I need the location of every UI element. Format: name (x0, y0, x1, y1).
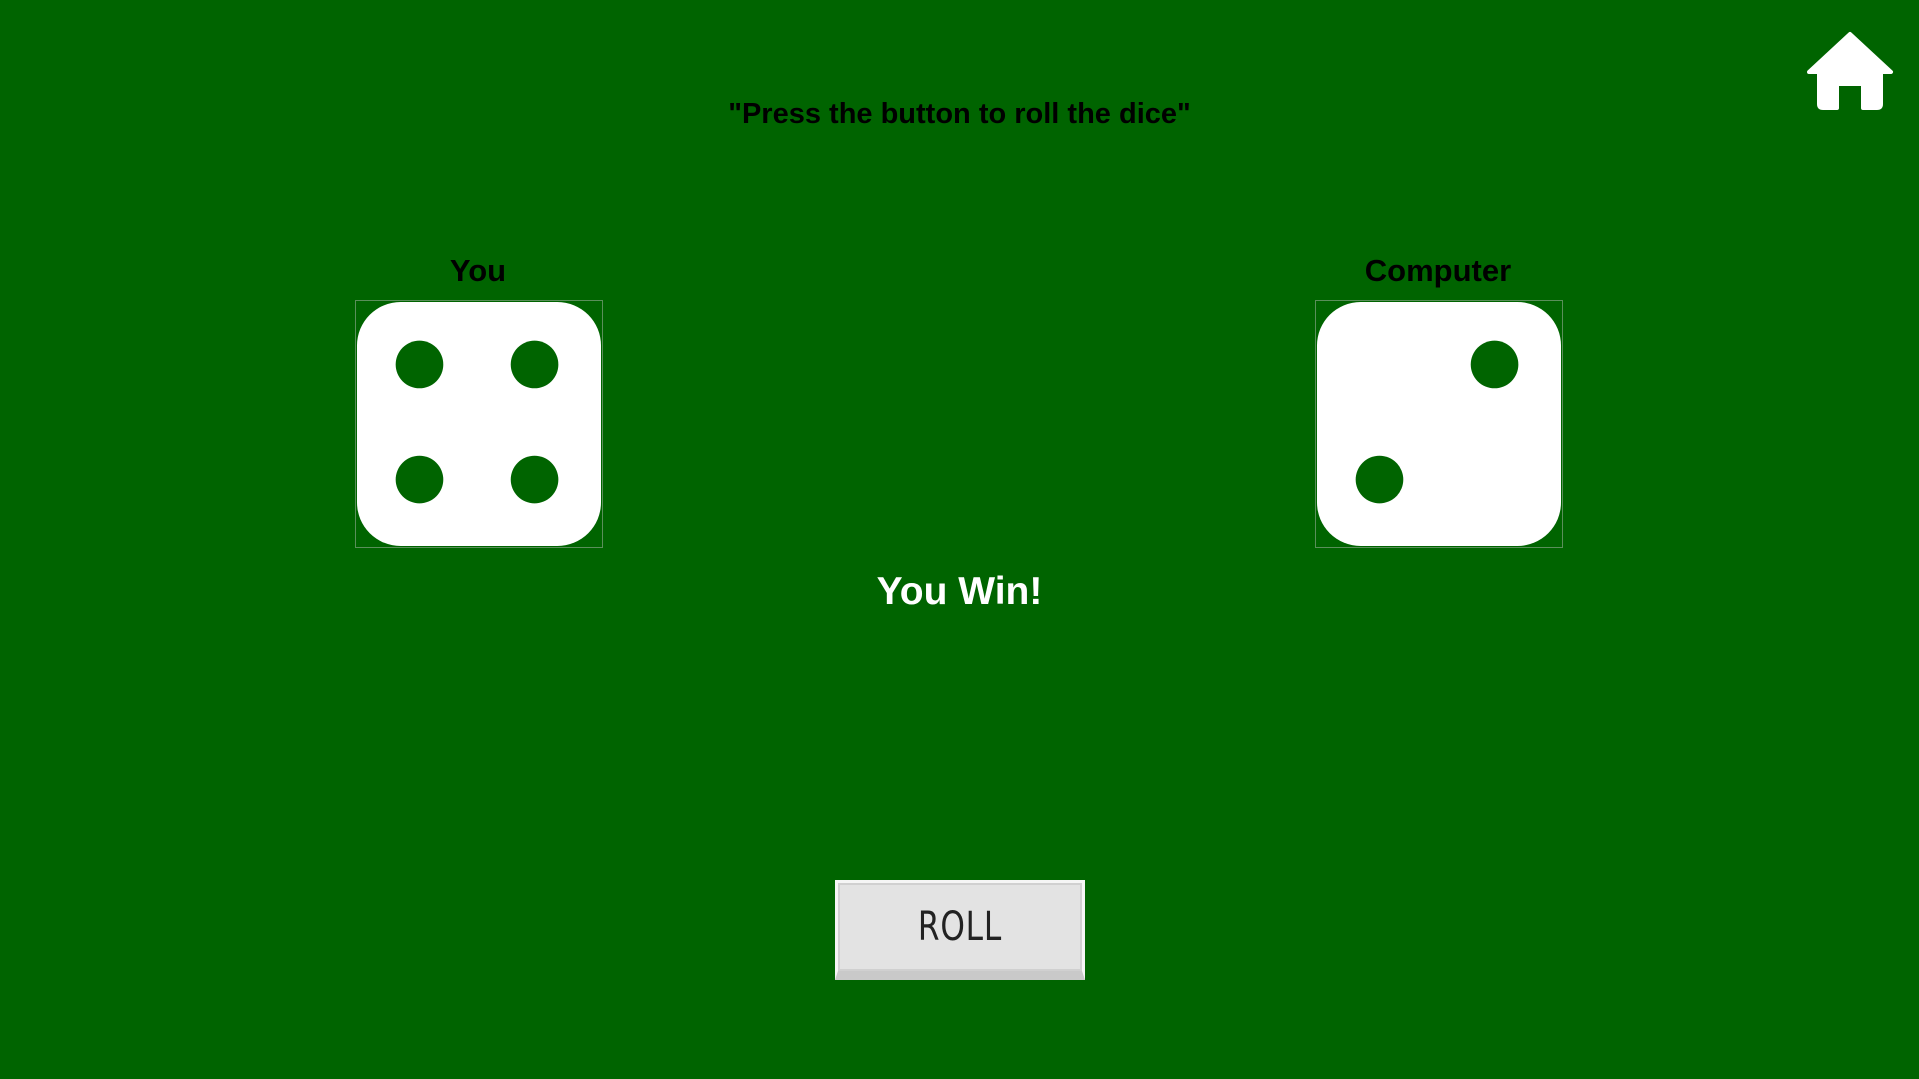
die-pip (510, 455, 559, 504)
die-pip (510, 340, 559, 389)
computer-die (1315, 300, 1563, 548)
die-pip (395, 455, 444, 504)
die-body (356, 301, 602, 547)
die-body (1316, 301, 1562, 547)
die-pip (1355, 455, 1404, 504)
die-face-computer (1316, 301, 1562, 547)
result-text: You Win! (876, 570, 1043, 613)
die-face-you (356, 301, 602, 547)
roll-button[interactable]: ROLL (835, 880, 1085, 980)
player-label-computer: Computer (1364, 253, 1512, 288)
roll-button-label: ROLL (917, 904, 1003, 950)
instruction-text: "Press the button to roll the dice" (728, 98, 1191, 130)
game-screen: "Press the button to roll the dice" You … (0, 0, 1919, 1079)
player-die (355, 300, 603, 548)
player-label-you: You (449, 253, 507, 288)
die-pip (395, 340, 444, 389)
die-pip (1470, 340, 1519, 389)
